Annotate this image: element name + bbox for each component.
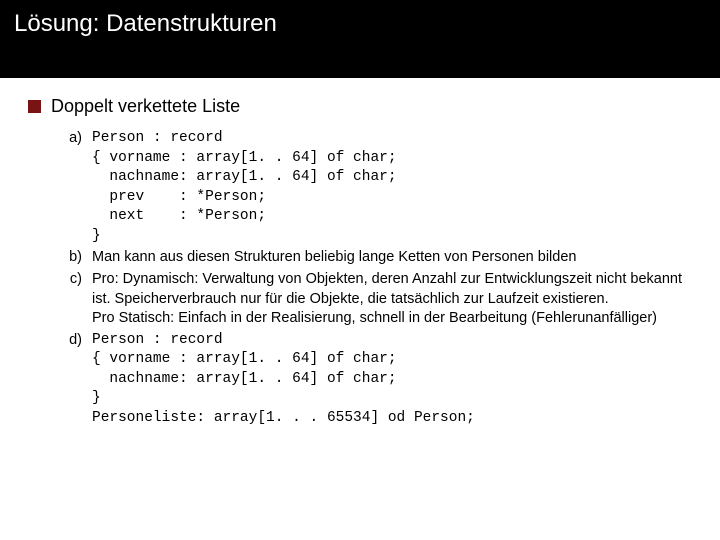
list-item: a) Person : record { vorname : array[1. … [64, 129, 700, 246]
list-letter: b) [64, 248, 82, 268]
list-item: b) Man kann aus diesen Strukturen belieb… [64, 248, 700, 268]
slide-content: Doppelt verkettete Liste a) Person : rec… [0, 78, 720, 428]
list-letter: a) [64, 129, 82, 246]
bullet-square-icon [28, 100, 41, 113]
list-letter: d) [64, 331, 82, 429]
code-block: Person : record { vorname : array[1. . 6… [92, 331, 475, 429]
code-block: Person : record { vorname : array[1. . 6… [92, 129, 397, 246]
list-item: d) Person : record { vorname : array[1. … [64, 331, 700, 429]
list-text: Pro: Dynamisch: Verwaltung von Objekten,… [92, 270, 700, 329]
bullet-row: Doppelt verkettete Liste [28, 96, 700, 117]
ordered-list: a) Person : record { vorname : array[1. … [28, 129, 700, 428]
list-item: c) Pro: Dynamisch: Verwaltung von Objekt… [64, 270, 700, 329]
slide-header: Lösung: Datenstrukturen [0, 0, 720, 78]
list-letter: c) [64, 270, 82, 329]
slide-title: Lösung: Datenstrukturen [14, 10, 706, 38]
bullet-title: Doppelt verkettete Liste [51, 96, 240, 117]
list-text: Man kann aus diesen Strukturen beliebig … [92, 248, 576, 268]
